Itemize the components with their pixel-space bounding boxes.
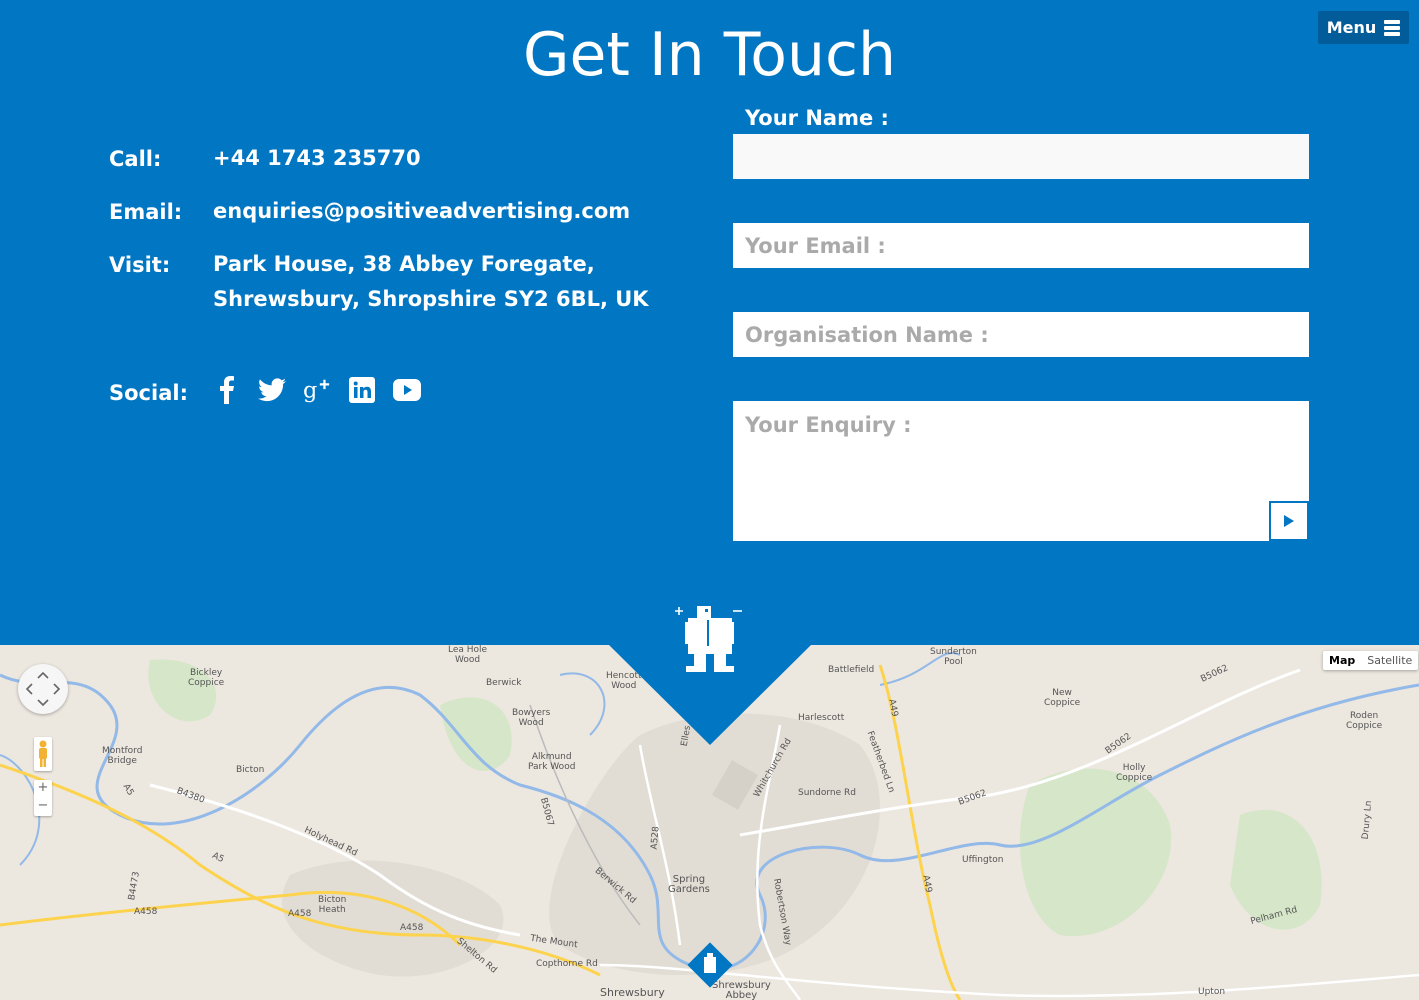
map-label: Upton xyxy=(1198,987,1226,997)
address-line-1: Park House, 38 Abbey Foregate, xyxy=(213,252,595,276)
map-label: Bickley Coppice xyxy=(188,668,225,688)
organisation-input[interactable] xyxy=(733,312,1309,357)
youtube-icon[interactable] xyxy=(393,376,421,404)
pan-control[interactable] xyxy=(18,664,68,714)
map-label: New Coppice xyxy=(1044,688,1081,708)
map-label: Holly Coppice xyxy=(1116,763,1153,783)
call-label: Call: xyxy=(109,147,162,171)
address-line-2: Shrewsbury, Shropshire SY2 6BL, UK xyxy=(213,287,649,311)
social-links: g xyxy=(213,376,421,404)
map-label: Shrewsbury xyxy=(600,986,665,999)
name-input[interactable] xyxy=(733,134,1309,179)
street-view-pegman-icon[interactable] xyxy=(34,737,52,771)
email-input[interactable] xyxy=(733,223,1309,268)
map-label: A458 xyxy=(288,909,312,919)
map-label: Sunderton Pool xyxy=(930,647,977,667)
phone-link[interactable]: +44 1743 235770 xyxy=(213,141,421,176)
facebook-icon[interactable] xyxy=(213,376,241,404)
visit-label: Visit: xyxy=(109,253,171,277)
map-label: Berwick xyxy=(486,678,522,688)
map-label: Montford Bridge xyxy=(102,746,143,766)
submit-button[interactable] xyxy=(1269,501,1309,541)
twitter-icon[interactable] xyxy=(258,376,286,404)
map-label: Copthorne Rd xyxy=(536,959,598,969)
svg-text:g: g xyxy=(303,377,317,403)
enquiry-textarea[interactable] xyxy=(733,401,1309,541)
social-label: Social: xyxy=(109,381,188,405)
map-label: Bowyers Wood xyxy=(512,708,551,728)
map-type-control: Map Satellite xyxy=(1323,651,1419,670)
map-type-satellite-button[interactable]: Satellite xyxy=(1361,651,1418,670)
name-label: Your Name : xyxy=(745,106,889,130)
email-label: Email: xyxy=(109,200,183,224)
map-label: Battlefield xyxy=(828,665,875,675)
linkedin-icon[interactable] xyxy=(348,376,376,404)
zoom-out-button[interactable]: − xyxy=(34,798,52,816)
google-plus-icon[interactable]: g xyxy=(303,376,331,404)
pan-arrows-icon xyxy=(25,671,61,707)
map-label: Alkmund Park Wood xyxy=(528,752,576,772)
map-label: Sundorne Rd xyxy=(798,788,856,798)
map-label: A528 xyxy=(649,825,662,851)
map-type-map-button[interactable]: Map xyxy=(1323,651,1361,670)
map-label: Uffington xyxy=(962,855,1004,865)
map-label: Bicton Heath xyxy=(318,895,347,915)
map-label: A458 xyxy=(400,923,424,933)
map-label: A458 xyxy=(134,907,158,917)
robot-mascot-icon[interactable] xyxy=(672,600,748,676)
location-marker-icon[interactable] xyxy=(684,939,736,991)
play-arrow-icon xyxy=(1284,515,1294,527)
map-label: Lea Hole Wood xyxy=(448,645,488,665)
zoom-control: + − xyxy=(34,780,52,816)
map-label: Spring Gardens xyxy=(668,874,710,895)
map-label: Roden Coppice xyxy=(1346,711,1383,731)
email-link[interactable]: enquiries@positiveadvertising.com xyxy=(213,194,630,229)
zoom-in-button[interactable]: + xyxy=(34,780,52,798)
map-label: Bicton xyxy=(236,765,265,775)
page-title: Get In Touch xyxy=(522,20,896,90)
